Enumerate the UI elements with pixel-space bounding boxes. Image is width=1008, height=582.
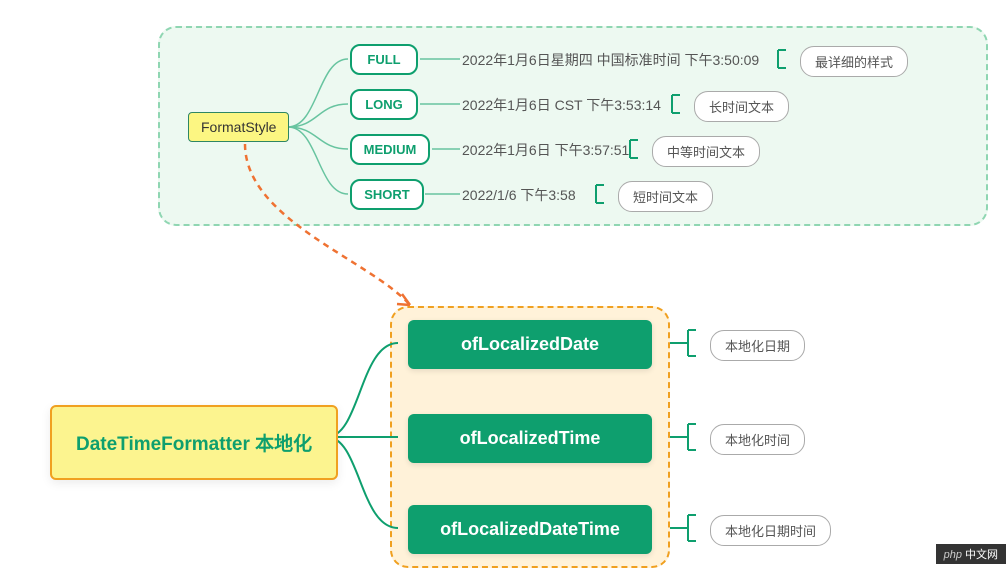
- caption-full-label: 最详细的样式: [815, 52, 893, 71]
- example-full: 2022年1月6日星期四 中国标准时间 下午3:50:09: [462, 50, 759, 70]
- example-medium: 2022年1月6日 下午3:57:51: [462, 140, 629, 160]
- caption-oflocalizeddate-label: 本地化日期: [725, 336, 790, 355]
- enum-short-label: SHORT: [364, 187, 410, 202]
- method-oflocalizedtime: ofLocalizedTime: [408, 414, 652, 463]
- watermark-left: php: [944, 549, 962, 561]
- example-long: 2022年1月6日 CST 下午3:53:14: [462, 95, 661, 115]
- method-oflocalizedtime-label: ofLocalizedTime: [460, 428, 601, 449]
- enum-long: LONG: [350, 89, 418, 120]
- caption-long: 长时间文本: [694, 91, 789, 122]
- enum-medium: MEDIUM: [350, 134, 430, 165]
- diagram-canvas: FormatStyle FULL 2022年1月6日星期四 中国标准时间 下午3…: [0, 0, 1008, 582]
- caption-oflocalizedtime: 本地化时间: [710, 424, 805, 455]
- caption-long-label: 长时间文本: [709, 97, 774, 116]
- caption-medium-label: 中等时间文本: [667, 142, 745, 161]
- method-oflocalizeddatetime: ofLocalizedDateTime: [408, 505, 652, 554]
- enum-full: FULL: [350, 44, 418, 75]
- caption-oflocalizeddate: 本地化日期: [710, 330, 805, 361]
- root-node-label: DateTimeFormatter 本地化: [76, 429, 312, 456]
- caption-oflocalizeddatetime: 本地化日期时间: [710, 515, 831, 546]
- example-short: 2022/1/6 下午3:58: [462, 185, 576, 205]
- method-oflocalizeddate: ofLocalizedDate: [408, 320, 652, 369]
- enum-full-label: FULL: [367, 52, 400, 67]
- format-style-label: FormatStyle: [201, 119, 276, 135]
- caption-medium: 中等时间文本: [652, 136, 760, 167]
- caption-short: 短时间文本: [618, 181, 713, 212]
- caption-full: 最详细的样式: [800, 46, 908, 77]
- caption-oflocalizedtime-label: 本地化时间: [725, 430, 790, 449]
- enum-short: SHORT: [350, 179, 424, 210]
- caption-short-label: 短时间文本: [633, 187, 698, 206]
- method-oflocalizeddate-label: ofLocalizedDate: [461, 334, 599, 355]
- format-style-node: FormatStyle: [188, 112, 289, 142]
- enum-medium-label: MEDIUM: [364, 142, 417, 157]
- watermark-right: 中文网: [965, 549, 998, 561]
- root-node: DateTimeFormatter 本地化: [50, 405, 338, 480]
- method-oflocalizeddatetime-label: ofLocalizedDateTime: [440, 519, 620, 540]
- caption-oflocalizeddatetime-label: 本地化日期时间: [725, 521, 816, 540]
- watermark: php中文网: [936, 544, 1006, 564]
- enum-long-label: LONG: [365, 97, 403, 112]
